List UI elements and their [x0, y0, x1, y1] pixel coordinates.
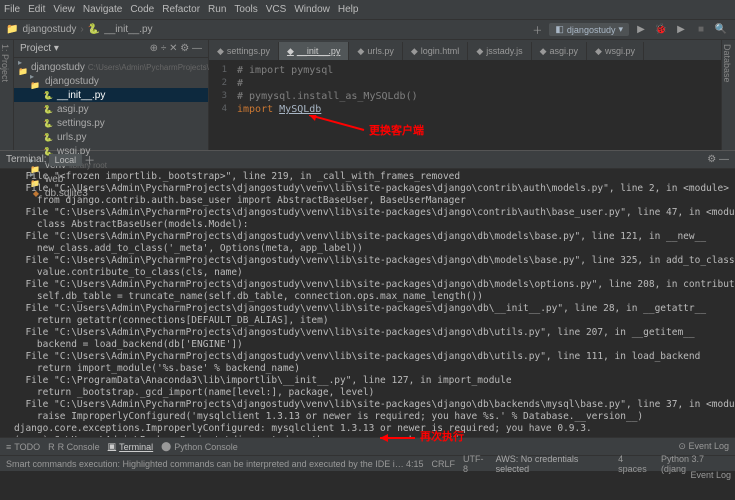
project-header: Project ▾ ⊕ ÷ ✕ ⚙ —	[14, 40, 208, 58]
project-tools[interactable]: ⊕ ÷ ✕ ⚙ —	[150, 43, 202, 54]
menubar: File Edit View Navigate Code Refactor Run Tools…	[4, 4, 358, 15]
terminal-output[interactable]: File "<frozen importlib._bootstrap>", li…	[0, 169, 735, 437]
editor-tab[interactable]: ◆jsstady.js	[468, 42, 531, 60]
project-panel: Project ▾ ⊕ ÷ ✕ ⚙ — ▸ 📁djangostudy C:\Us…	[14, 40, 209, 150]
navbar: 📁 djangostudy › 🐍 __init__.py ＋ ◧ django…	[0, 20, 735, 40]
run-coverage-button[interactable]: ▶	[673, 22, 689, 38]
tool-icon: ▣	[108, 441, 117, 452]
editor-tab[interactable]: ◆urls.py	[349, 42, 402, 60]
add-terminal-button[interactable]: ＋	[84, 152, 95, 168]
run-config-dropdown[interactable]: ◧ djangostudy ▾	[549, 23, 629, 36]
status-message: Smart commands execution: Highlighted co…	[6, 459, 406, 469]
file-icon: ◆	[476, 46, 483, 57]
menu-refactor[interactable]: Refactor	[162, 4, 200, 15]
terminal-panel: Terminal: Local ＋ ⚙ — File "<frozen impo…	[0, 150, 735, 437]
database-tool[interactable]: Database	[722, 44, 732, 83]
folder-icon: ▸ 📁	[30, 75, 42, 87]
tool-tab-r-console[interactable]: R R Console	[48, 442, 100, 452]
py-icon: 🐍	[42, 117, 54, 129]
tree-item[interactable]: ▸ 📁djangostudy	[14, 74, 208, 88]
event-log-tab[interactable]: ⊙ Event Log	[678, 441, 729, 452]
stop-button[interactable]: ■	[693, 22, 709, 38]
menu-file[interactable]: File	[4, 4, 20, 15]
menu-edit[interactable]: Edit	[28, 4, 45, 15]
tool-tab-terminal[interactable]: ▣ Terminal	[108, 441, 154, 452]
breadcrumb: 📁 djangostudy › 🐍 __init__.py	[6, 24, 153, 35]
py-icon: 🐍	[42, 103, 54, 115]
editor-tab[interactable]: ◆asgi.py	[532, 42, 587, 60]
py-icon: 🐍	[42, 131, 54, 143]
add-config-button[interactable]: ＋	[529, 22, 545, 38]
breadcrumb-file[interactable]: __init__.py	[104, 24, 152, 35]
file-icon: ◆	[411, 46, 418, 57]
editor-tab[interactable]: ◆settings.py	[209, 42, 279, 60]
file-icon: ◆	[287, 46, 294, 57]
editor-area: ◆settings.py◆__init__.py◆urls.py◆login.h…	[209, 40, 721, 150]
file-icon: ◆	[540, 46, 547, 57]
menu-help[interactable]: Help	[338, 4, 359, 15]
terminal-settings[interactable]: ⚙ —	[707, 154, 729, 165]
menu-run[interactable]: Run	[208, 4, 226, 15]
tree-item[interactable]: ▸ 📁djangostudy C:\Users\Admin\PycharmPro…	[14, 60, 208, 74]
terminal-label: Terminal:	[6, 154, 47, 165]
file-icon: ◆	[217, 46, 224, 57]
menu-view[interactable]: View	[53, 4, 75, 15]
tree-item[interactable]: 🐍settings.py	[14, 116, 208, 130]
menu-vcs[interactable]: VCS	[266, 4, 287, 15]
tool-icon: R	[48, 442, 55, 452]
titlebar: File Edit View Navigate Code Refactor Run Tools…	[0, 0, 735, 20]
file-icon: ◆	[595, 46, 602, 57]
arrow-annotation-1	[309, 115, 369, 135]
menu-code[interactable]: Code	[130, 4, 154, 15]
folder-icon: 📁	[6, 24, 18, 35]
terminal-tab-local[interactable]: Local	[49, 154, 83, 166]
file-icon: ◆	[357, 46, 364, 57]
project-tool[interactable]: 1: Project	[0, 44, 13, 82]
editor-tabs: ◆settings.py◆__init__.py◆urls.py◆login.h…	[209, 40, 721, 60]
project-label: Project	[20, 43, 51, 54]
folder-icon: ▸ 📁	[18, 61, 28, 73]
line-separator[interactable]: CRLF	[432, 459, 456, 469]
left-gutter: 1: Project	[0, 40, 14, 150]
annotation-1: 更换客户端	[369, 122, 424, 138]
editor-tab[interactable]: ◆__init__.py	[279, 42, 349, 60]
tool-icon: ≡	[6, 442, 11, 452]
editor-content[interactable]: 1234 # import pymysql## pymysql.install_…	[209, 60, 721, 150]
line-gutter: 1234	[209, 64, 227, 116]
breadcrumb-root[interactable]: djangostudy	[22, 24, 76, 35]
nav-controls: ＋ ◧ djangostudy ▾ ▶ 🐞 ▶ ■ 🔍	[529, 22, 729, 38]
bottom-tool-tabs: ≡ TODO R R Console ▣ Terminal ⬤ Python Cons…	[0, 437, 735, 455]
indent-info[interactable]: 4 spaces	[618, 454, 653, 474]
menu-tools[interactable]: Tools	[234, 4, 257, 15]
debug-button[interactable]: 🐞	[653, 22, 669, 38]
tree-item[interactable]: 🐍asgi.py	[14, 102, 208, 116]
menu-window[interactable]: Window	[294, 4, 330, 15]
arrow-annotation-2	[380, 433, 420, 443]
tool-icon: ⬤	[161, 441, 171, 452]
status-right: 4:15 CRLF UTF-8 AWS: No credentials sele…	[406, 454, 729, 474]
chevron-down-icon: ▾	[618, 24, 623, 35]
editor-tab[interactable]: ◆login.html	[403, 42, 468, 60]
py-icon: 🐍	[88, 24, 100, 35]
tree-item[interactable]: 🐍__init__.py	[14, 88, 208, 102]
run-button[interactable]: ▶	[633, 22, 649, 38]
menu-navigate[interactable]: Navigate	[83, 4, 122, 15]
event-log-button[interactable]: Event Log	[690, 470, 731, 480]
py-icon: 🐍	[42, 89, 54, 101]
status-bar: Smart commands execution: Highlighted co…	[0, 455, 735, 471]
cursor-position[interactable]: 4:15	[406, 459, 424, 469]
right-gutter: Database	[721, 40, 735, 150]
tool-tab-todo[interactable]: ≡ TODO	[6, 442, 40, 452]
annotation-2: 再次执行	[420, 428, 464, 444]
tree-item[interactable]: 🐍urls.py	[14, 130, 208, 144]
code[interactable]: # import pymysql## pymysql.install_as_My…	[237, 64, 717, 116]
aws-status[interactable]: AWS: No credentials selected	[496, 454, 611, 474]
tool-tab-python-console[interactable]: ⬤ Python Console	[161, 441, 238, 452]
search-icon[interactable]: 🔍	[713, 22, 729, 38]
django-icon: ◧	[555, 24, 564, 35]
file-encoding[interactable]: UTF-8	[463, 454, 488, 474]
editor-tab[interactable]: ◆wsgi.py	[587, 42, 644, 60]
